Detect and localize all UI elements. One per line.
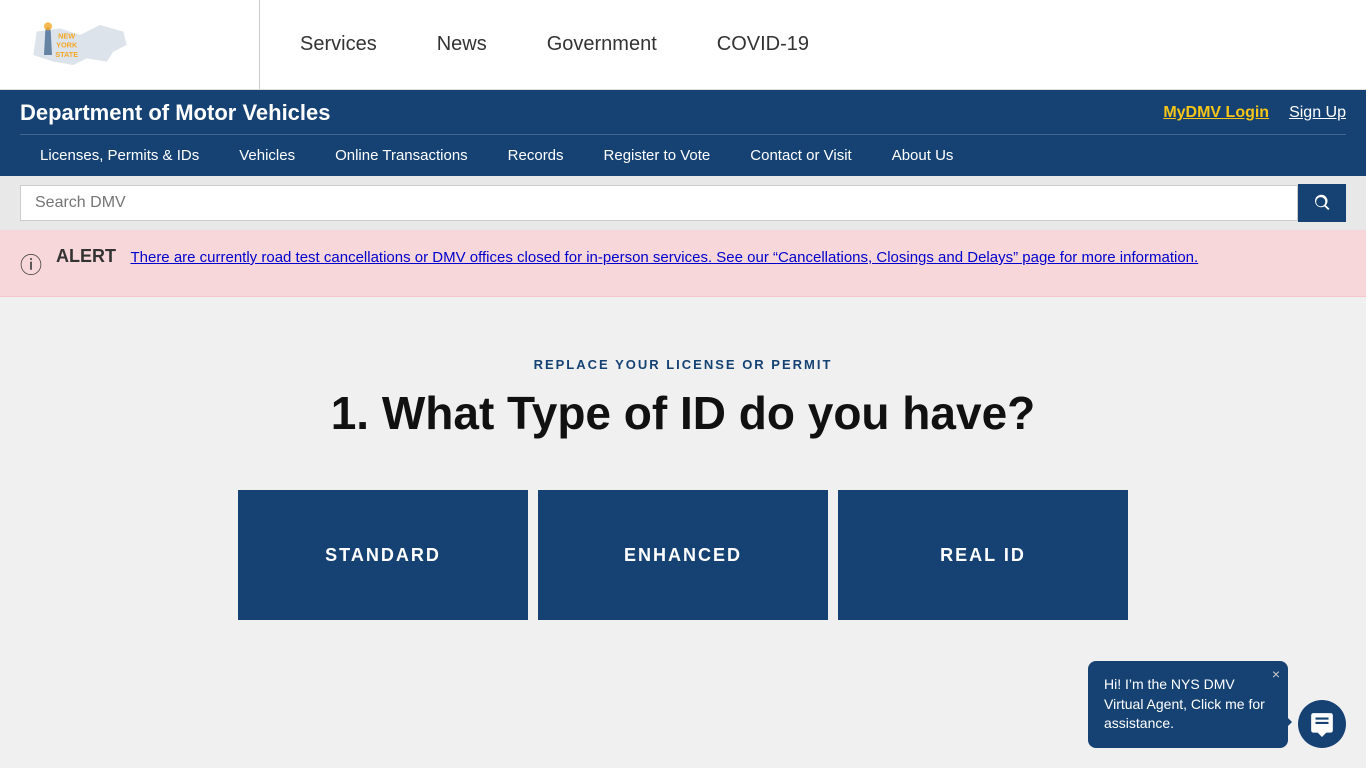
card-real-id[interactable]: REAL ID	[838, 490, 1128, 620]
nav-records[interactable]: Records	[488, 135, 584, 176]
top-nav: Services News Government COVID-19	[300, 33, 809, 56]
dmv-title-row: Department of Motor Vehicles MyDMV Login…	[20, 100, 1346, 134]
alert-bar: ⓘ ALERT There are currently road test ca…	[0, 230, 1366, 297]
dmv-login-area: MyDMV Login Sign Up	[1163, 104, 1346, 122]
top-bar: NEW YORK STATE Services News Government …	[0, 0, 1366, 90]
mydmv-login-link[interactable]: MyDMV Login	[1163, 104, 1269, 122]
signup-link[interactable]: Sign Up	[1289, 104, 1346, 122]
chatbot-icon-button[interactable]	[1298, 700, 1346, 748]
chatbot-area: × Hi! I’m the NYS DMV Virtual Agent, Cli…	[1088, 661, 1346, 748]
chatbot-bubble-text: Hi! I’m the NYS DMV Virtual Agent, Click…	[1104, 676, 1265, 731]
svg-text:YORK: YORK	[56, 40, 78, 49]
nav-services[interactable]: Services	[300, 33, 377, 56]
chatbot-close-button[interactable]: ×	[1272, 665, 1280, 685]
search-icon	[1312, 193, 1332, 213]
main-heading: 1. What Type of ID do you have?	[20, 386, 1346, 440]
nav-licenses[interactable]: Licenses, Permits & IDs	[20, 135, 219, 176]
alert-content: ALERT There are currently road test canc…	[56, 246, 1198, 270]
search-input[interactable]	[20, 185, 1298, 221]
card-standard[interactable]: Standard	[238, 490, 528, 620]
logo-area: NEW YORK STATE	[20, 0, 260, 89]
nav-about[interactable]: About Us	[872, 135, 974, 176]
search-bar-area	[0, 176, 1366, 230]
chatbot-bubble[interactable]: × Hi! I’m the NYS DMV Virtual Agent, Cli…	[1088, 661, 1288, 748]
dmv-header: Department of Motor Vehicles MyDMV Login…	[0, 90, 1366, 176]
dmv-title: Department of Motor Vehicles	[20, 100, 331, 126]
main-content: REPLACE YOUR LICENSE OR PERMIT 1. What T…	[0, 297, 1366, 700]
card-enhanced[interactable]: Enhanced	[538, 490, 828, 620]
nav-contact[interactable]: Contact or Visit	[730, 135, 871, 176]
alert-icon: ⓘ	[20, 248, 42, 280]
id-cards: Standard Enhanced REAL ID	[20, 490, 1346, 620]
nav-news[interactable]: News	[437, 33, 487, 56]
nav-register-vote[interactable]: Register to Vote	[584, 135, 731, 176]
svg-text:NEW: NEW	[58, 31, 75, 40]
svg-text:STATE: STATE	[55, 50, 78, 59]
step-label: REPLACE YOUR LICENSE OR PERMIT	[20, 357, 1346, 372]
nav-vehicles[interactable]: Vehicles	[219, 135, 315, 176]
nav-government[interactable]: Government	[547, 33, 657, 56]
alert-label: ALERT	[56, 246, 116, 266]
nys-logo: NEW YORK STATE	[20, 15, 140, 75]
nav-covid19[interactable]: COVID-19	[717, 33, 809, 56]
alert-link[interactable]: There are currently road test cancellati…	[130, 249, 1198, 266]
chat-icon	[1309, 711, 1335, 737]
search-button[interactable]	[1298, 184, 1346, 222]
nav-online-transactions[interactable]: Online Transactions	[315, 135, 488, 176]
dmv-nav: Licenses, Permits & IDs Vehicles Online …	[20, 134, 1346, 176]
